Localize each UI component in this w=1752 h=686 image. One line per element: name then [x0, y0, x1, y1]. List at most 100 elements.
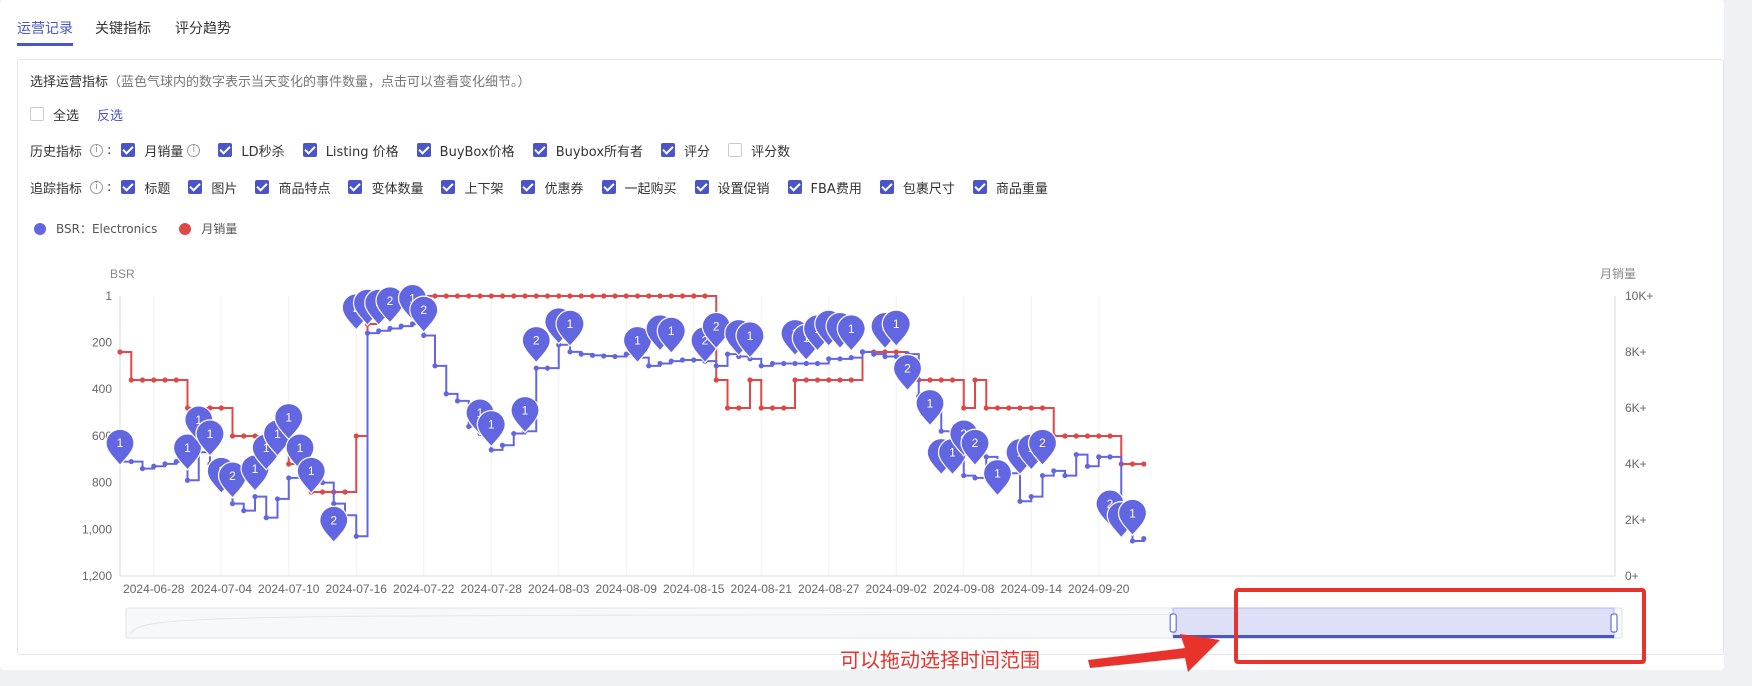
- sales-point: [679, 293, 686, 299]
- bsr-point: [1017, 498, 1023, 504]
- x-tick-label: 2024-08-03: [528, 582, 590, 596]
- drag-range-annotation: 可以拖动选择时间范围: [840, 648, 1040, 672]
- event-count-label: 2: [1039, 436, 1046, 450]
- event-count-label: 2: [533, 333, 540, 347]
- sales-point: [781, 405, 787, 411]
- event-count-label: 1: [848, 322, 855, 336]
- bsr-point: [859, 349, 866, 355]
- sales-point: [668, 293, 674, 299]
- event-count-label: 2: [229, 469, 236, 483]
- event-count-label: 2: [420, 303, 427, 317]
- bsr-point: [454, 398, 461, 404]
- x-tick-label: 2024-09-02: [866, 582, 928, 596]
- bsr-point: [1039, 472, 1046, 479]
- bsr-point: [814, 360, 821, 367]
- x-tick-label: 2024-08-21: [731, 582, 793, 596]
- sales-point: [499, 293, 506, 299]
- sales-point: [612, 293, 618, 299]
- event-count-label: 1: [252, 462, 259, 476]
- sales-point: [533, 293, 539, 299]
- bsr-point: [364, 330, 371, 336]
- x-tick-label: 2024-08-09: [596, 582, 658, 596]
- sales-point: [713, 377, 719, 383]
- bsr-point: [533, 365, 539, 371]
- bsr-point: [668, 358, 674, 364]
- y-right-tick-label: 4K+: [1625, 457, 1647, 471]
- bsr-point: [758, 363, 764, 369]
- event-balloon[interactable]: 1: [510, 396, 540, 434]
- bsr-point: [353, 533, 359, 539]
- bsr-point: [1107, 454, 1113, 460]
- sales-point: [162, 377, 168, 383]
- bsr-point: [871, 351, 877, 357]
- bsr-point: [1129, 538, 1136, 544]
- bsr-point: [1051, 468, 1057, 474]
- bsr-point: [848, 355, 854, 361]
- sales-point: [1084, 433, 1091, 439]
- event-count-label: 1: [949, 446, 956, 460]
- sales-point: [634, 293, 641, 299]
- sales-point: [623, 293, 629, 299]
- bsr-point: [983, 454, 989, 460]
- range-handle-right[interactable]: [1610, 613, 1618, 633]
- sales-point: [117, 349, 123, 355]
- y-left-tick-label: 800: [92, 476, 112, 490]
- event-balloon[interactable]: 2: [409, 295, 439, 334]
- y-left-tick-label: 1,000: [82, 522, 112, 536]
- bsr-point: [499, 442, 506, 448]
- range-selector-window[interactable]: [1172, 607, 1615, 639]
- x-tick-label: 2024-07-04: [191, 582, 253, 596]
- sales-point: [736, 405, 742, 411]
- event-balloon[interactable]: 1: [915, 389, 945, 427]
- bsr-point: [128, 458, 134, 465]
- sales-point: [432, 293, 438, 299]
- event-balloon[interactable]: 1: [982, 459, 1013, 497]
- bsr-point: [511, 430, 517, 437]
- bsr-point: [646, 363, 652, 369]
- bsr-point: [229, 501, 236, 507]
- event-balloon[interactable]: 2: [960, 428, 990, 467]
- bsr-point: [241, 508, 247, 514]
- y-left-tick-label: 1: [105, 289, 112, 303]
- bsr-point: [713, 363, 719, 369]
- event-count-label: 1: [297, 441, 304, 455]
- bsr-point: [263, 515, 269, 521]
- bsr-point: [184, 477, 191, 483]
- bsr-point: [1062, 472, 1068, 479]
- sales-point: [994, 405, 1001, 411]
- range-handle-left[interactable]: [1169, 613, 1177, 633]
- sales-point: [691, 293, 697, 299]
- bsr-point: [612, 353, 618, 360]
- event-balloon[interactable]: 1: [476, 410, 506, 448]
- sales-point: [589, 293, 596, 299]
- bsr-point: [488, 447, 494, 453]
- event-count-label: 1: [1129, 506, 1136, 520]
- sales-point: [758, 405, 764, 411]
- bsr-point: [466, 423, 472, 430]
- sales-point: [1062, 433, 1068, 439]
- bsr-point: [679, 357, 686, 363]
- sales-point: [803, 377, 809, 383]
- sales-point: [702, 293, 708, 299]
- bsr-point: [1084, 463, 1091, 469]
- sales-point: [1096, 433, 1102, 439]
- event-count-label: 1: [567, 317, 574, 331]
- sales-point: [792, 377, 798, 383]
- event-balloon[interactable]: 2: [521, 325, 551, 364]
- bsr-point: [274, 496, 281, 502]
- sales-point: [961, 405, 967, 411]
- event-balloon[interactable]: 1: [296, 456, 326, 495]
- bsr-point: [409, 321, 416, 327]
- sales-point: [1039, 405, 1046, 411]
- event-count-label: 2: [330, 513, 337, 527]
- event-count-label: 1: [207, 427, 214, 441]
- event-count-label: 2: [713, 319, 720, 333]
- sales-point: [578, 293, 584, 299]
- event-balloon[interactable]: 2: [892, 353, 923, 392]
- bsr-point: [151, 463, 157, 469]
- event-count-label: 1: [488, 418, 495, 432]
- event-balloon[interactable]: 2: [319, 505, 349, 544]
- sales-point: [747, 377, 753, 383]
- sales-point: [139, 377, 146, 383]
- bsr-point: [544, 365, 551, 371]
